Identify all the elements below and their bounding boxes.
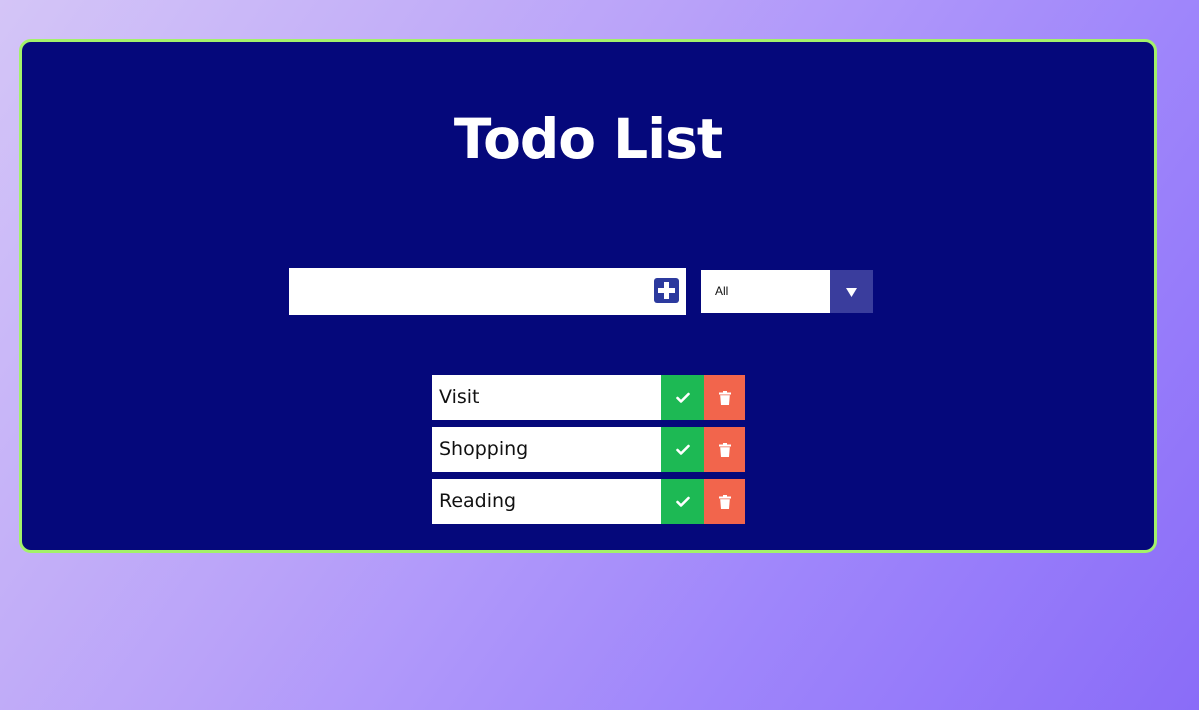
todo-text: Reading — [439, 490, 517, 512]
delete-button[interactable] — [704, 375, 745, 420]
triangle-down-icon — [846, 288, 857, 297]
plus-square-icon — [658, 282, 675, 299]
delete-button[interactable] — [704, 479, 745, 524]
complete-button[interactable] — [661, 427, 704, 472]
trash-icon — [718, 494, 731, 509]
delete-button[interactable] — [704, 427, 745, 472]
complete-button[interactable] — [661, 479, 704, 524]
todo-text: Visit — [439, 386, 480, 408]
filter-select[interactable]: All — [701, 270, 873, 313]
check-icon — [675, 444, 690, 455]
todo-item: Visit — [432, 375, 745, 420]
trash-icon — [718, 390, 731, 405]
filter-selected-value: All — [715, 284, 729, 298]
todo-list: Visit Shopping Reading — [432, 375, 746, 531]
todo-item: Reading — [432, 479, 745, 524]
complete-button[interactable] — [661, 375, 704, 420]
check-icon — [675, 392, 690, 403]
todo-app-panel: Todo List All Visit Shopping Reading — [19, 39, 1157, 553]
trash-icon — [718, 442, 731, 457]
todo-item: Shopping — [432, 427, 745, 472]
page-title: Todo List — [453, 107, 723, 171]
add-todo-form — [289, 268, 686, 315]
add-todo-button[interactable] — [654, 278, 679, 303]
check-icon — [675, 496, 690, 507]
filter-dropdown-button[interactable] — [830, 270, 873, 313]
todo-input[interactable] — [289, 268, 644, 315]
todo-text: Shopping — [439, 438, 529, 460]
